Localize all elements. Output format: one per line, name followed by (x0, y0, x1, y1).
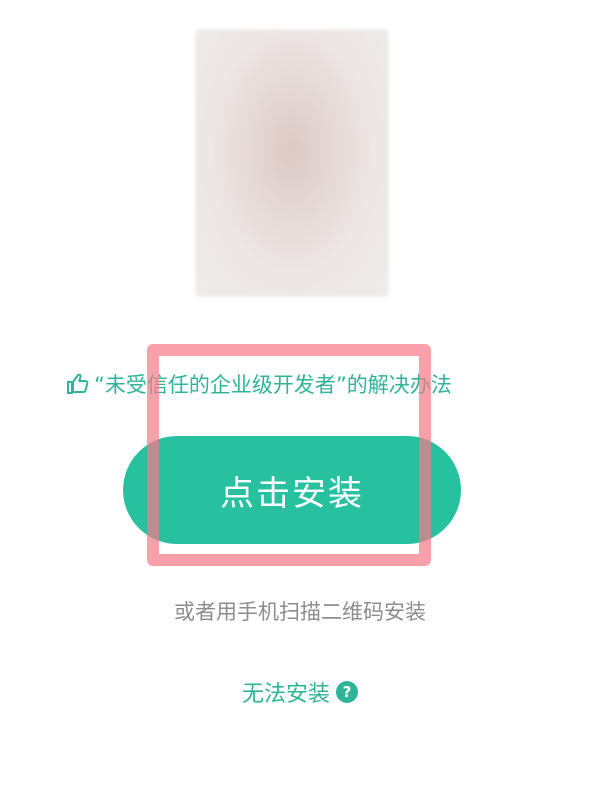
install-button-label: 点击安装 (220, 473, 364, 514)
install-page: “未受信任的企业级开发者”的解决办法 点击安装 或者用手机扫描二维码安装 无法安… (0, 0, 600, 800)
thumbs-up-icon (64, 371, 90, 397)
cannot-install-link[interactable]: 无法安装 ? (0, 676, 600, 708)
install-button[interactable]: 点击安装 (123, 436, 461, 544)
untrusted-developer-help-label: “未受信任的企业级开发者”的解决办法 (94, 373, 452, 397)
app-icon (196, 30, 388, 296)
help-icon: ? (336, 681, 358, 703)
untrusted-developer-help-link[interactable]: “未受信任的企业级开发者”的解决办法 (64, 364, 544, 404)
qr-scan-hint: 或者用手机扫描二维码安装 (174, 600, 426, 624)
cannot-install-label: 无法安装 (241, 682, 330, 707)
